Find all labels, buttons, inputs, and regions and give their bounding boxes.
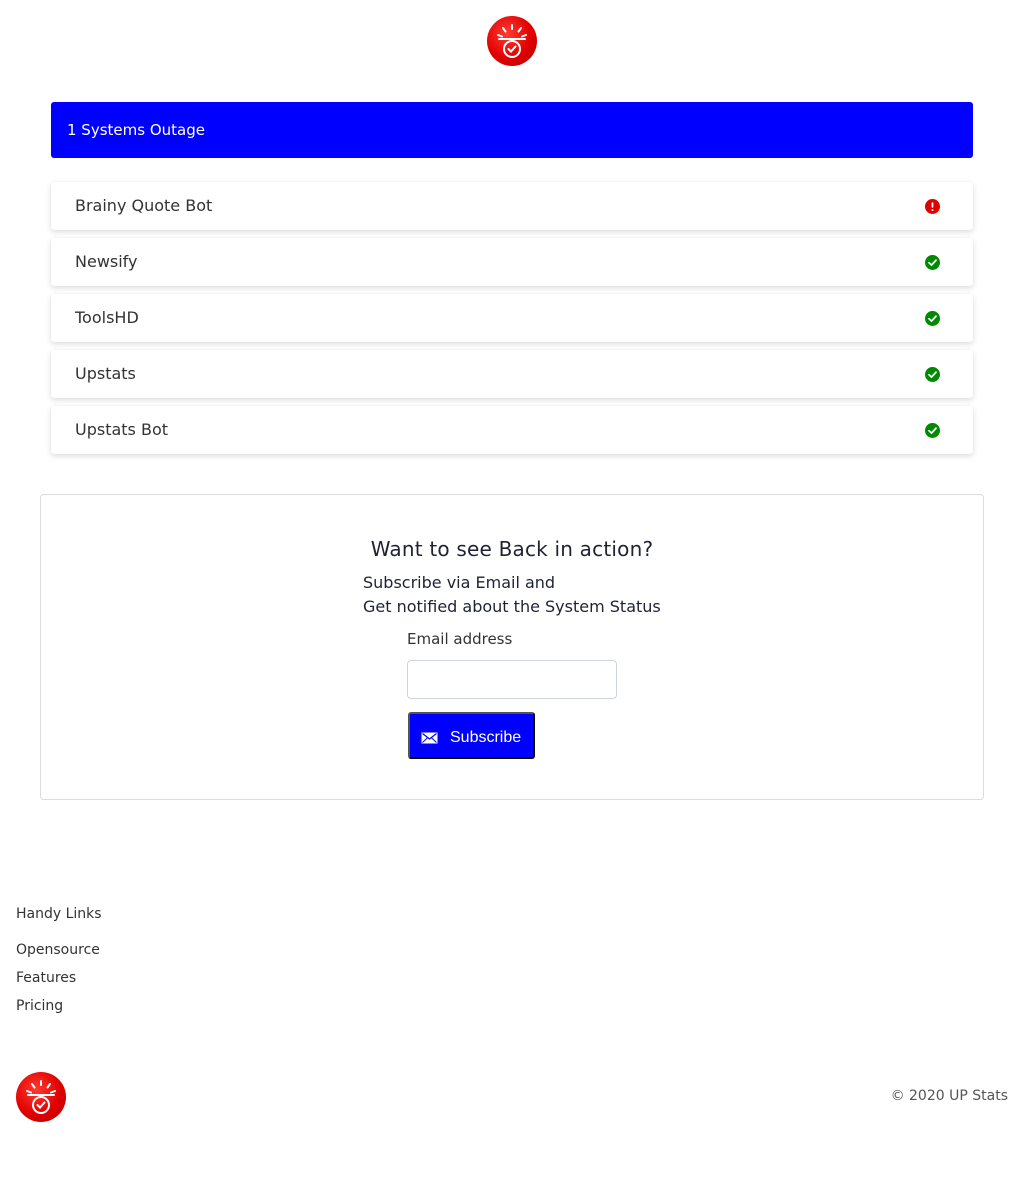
footer-logo[interactable] (16, 1072, 66, 1122)
email-label: Email address (407, 630, 513, 648)
subscribe-button[interactable]: Subscribe (408, 712, 535, 759)
footer-heading: Handy Links (16, 906, 102, 922)
check-circle-icon (925, 367, 940, 382)
alarm-clock-check-icon (497, 24, 527, 58)
system-row: Newsify (51, 238, 973, 286)
subscribe-description: Subscribe via Email and (363, 573, 556, 592)
system-name: Upstats Bot (75, 420, 169, 439)
subscribe-description: Get notified about the System Status (363, 597, 661, 616)
exclamation-circle-icon (925, 199, 940, 214)
outage-banner-text: 1 Systems Outage (67, 121, 205, 139)
check-circle-icon (925, 255, 940, 270)
system-name: Brainy Quote Bot (75, 196, 213, 215)
outage-banner: 1 Systems Outage (51, 102, 973, 158)
system-name: ToolsHD (75, 308, 139, 327)
system-name: Upstats (75, 364, 136, 383)
check-circle-icon (925, 423, 940, 438)
subscribe-heading: Want to see Back in action? (370, 537, 654, 561)
alarm-clock-check-icon (26, 1080, 56, 1114)
envelope-icon (421, 732, 438, 744)
copyright-text: © 2020 UP Stats (890, 1088, 1008, 1104)
system-row: ToolsHD (51, 294, 973, 342)
check-circle-icon (925, 311, 940, 326)
subscribe-card: Want to see Back in action? Subscribe vi… (40, 494, 984, 800)
footer-link-opensource[interactable]: Opensource (16, 942, 100, 958)
footer-link-features[interactable]: Features (16, 970, 76, 986)
brand-logo[interactable] (487, 16, 537, 66)
system-row: Upstats (51, 350, 973, 398)
footer-link-pricing[interactable]: Pricing (16, 998, 63, 1014)
system-row: Brainy Quote Bot (51, 182, 973, 230)
system-name: Newsify (75, 252, 138, 271)
email-field[interactable] (407, 660, 617, 699)
subscribe-button-label: Subscribe (450, 729, 522, 746)
system-row: Upstats Bot (51, 406, 973, 454)
